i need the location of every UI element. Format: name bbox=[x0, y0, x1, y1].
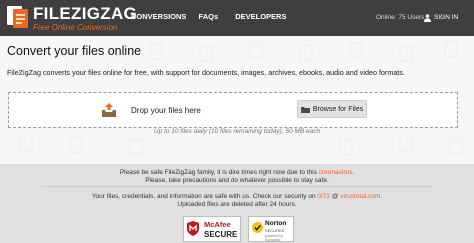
mcafee-secure-badge[interactable]: McAfee SECURE bbox=[183, 216, 241, 242]
security-notice-end: . bbox=[380, 193, 383, 200]
person-icon bbox=[424, 13, 431, 22]
security-notice-at: @ bbox=[330, 193, 341, 200]
upload-box-icon bbox=[102, 103, 116, 117]
nav-conversions[interactable]: CONVERSIONS bbox=[131, 12, 186, 21]
deletion-notice: Uploaded files are deleted after 24 hour… bbox=[177, 201, 297, 208]
file-drop-zone[interactable]: Drop your files here Browse for Files bbox=[8, 92, 458, 128]
norton-secured-badge[interactable]: Norton SECURED powered by Symantec bbox=[248, 216, 294, 242]
coronavirus-link[interactable]: coronavirus bbox=[319, 169, 353, 176]
main-nav: CONVERSIONS FAQs DEVELOPERS bbox=[131, 12, 296, 21]
logo-subtitle: Free Online Conversion bbox=[33, 23, 118, 32]
notices-section: Please be safe FileZigZag family, it is … bbox=[0, 164, 474, 243]
precautions-notice: Please, take precautions and do whatever… bbox=[145, 177, 329, 184]
upload-limit-text: Up to 10 files daily (10 files remaining… bbox=[153, 128, 321, 135]
virustotal-link[interactable]: virustotal.com bbox=[340, 193, 380, 200]
browse-files-button[interactable]: Browse for Files bbox=[297, 100, 367, 118]
browse-files-label: Browse for Files bbox=[312, 105, 364, 113]
drop-files-label: Drop your files here bbox=[131, 106, 201, 115]
nav-developers[interactable]: DEVELOPERS bbox=[235, 12, 286, 21]
safety-notice-text: Please be safe FileZigZag family, it is … bbox=[119, 169, 319, 176]
divider bbox=[42, 186, 432, 187]
mcafee-secure-text: SECURE bbox=[204, 230, 238, 239]
intro-text: FileZigZag converts your files online fo… bbox=[7, 68, 405, 77]
norton-secured-text: SECURED bbox=[265, 228, 285, 233]
sign-in-label: SIGN IN bbox=[434, 14, 459, 21]
security-notice-text: Your files, credentials, and information… bbox=[91, 193, 318, 200]
logo-title: FILEZIGZAG bbox=[33, 4, 138, 23]
top-navigation-bar: FILEZIGZAG Free Online Conversion CONVER… bbox=[0, 0, 474, 36]
security-notice: Your files, credentials, and information… bbox=[0, 193, 474, 200]
mcafee-shield-icon bbox=[187, 221, 199, 236]
page-title: Convert your files online bbox=[7, 44, 142, 58]
folder-icon bbox=[300, 106, 310, 113]
norton-brand: Norton bbox=[265, 220, 287, 227]
converter-section: Convert your files online FileZigZag con… bbox=[0, 36, 474, 164]
nav-faqs[interactable]: FAQs bbox=[199, 12, 219, 21]
norton-check-icon bbox=[252, 222, 263, 233]
norton-powered-by: powered by Symantec bbox=[265, 234, 284, 242]
mcafee-brand: McAfee bbox=[204, 220, 231, 229]
online-users-count: Online: 75 Users bbox=[376, 14, 425, 21]
safety-notice: Please be safe FileZigZag family, it is … bbox=[0, 169, 474, 176]
logo-icon bbox=[7, 6, 28, 28]
safety-notice-end: . bbox=[352, 169, 355, 176]
sign-in-link[interactable]: SIGN IN bbox=[424, 12, 458, 23]
virustotal-score-link[interactable]: 0/72 bbox=[317, 193, 330, 200]
